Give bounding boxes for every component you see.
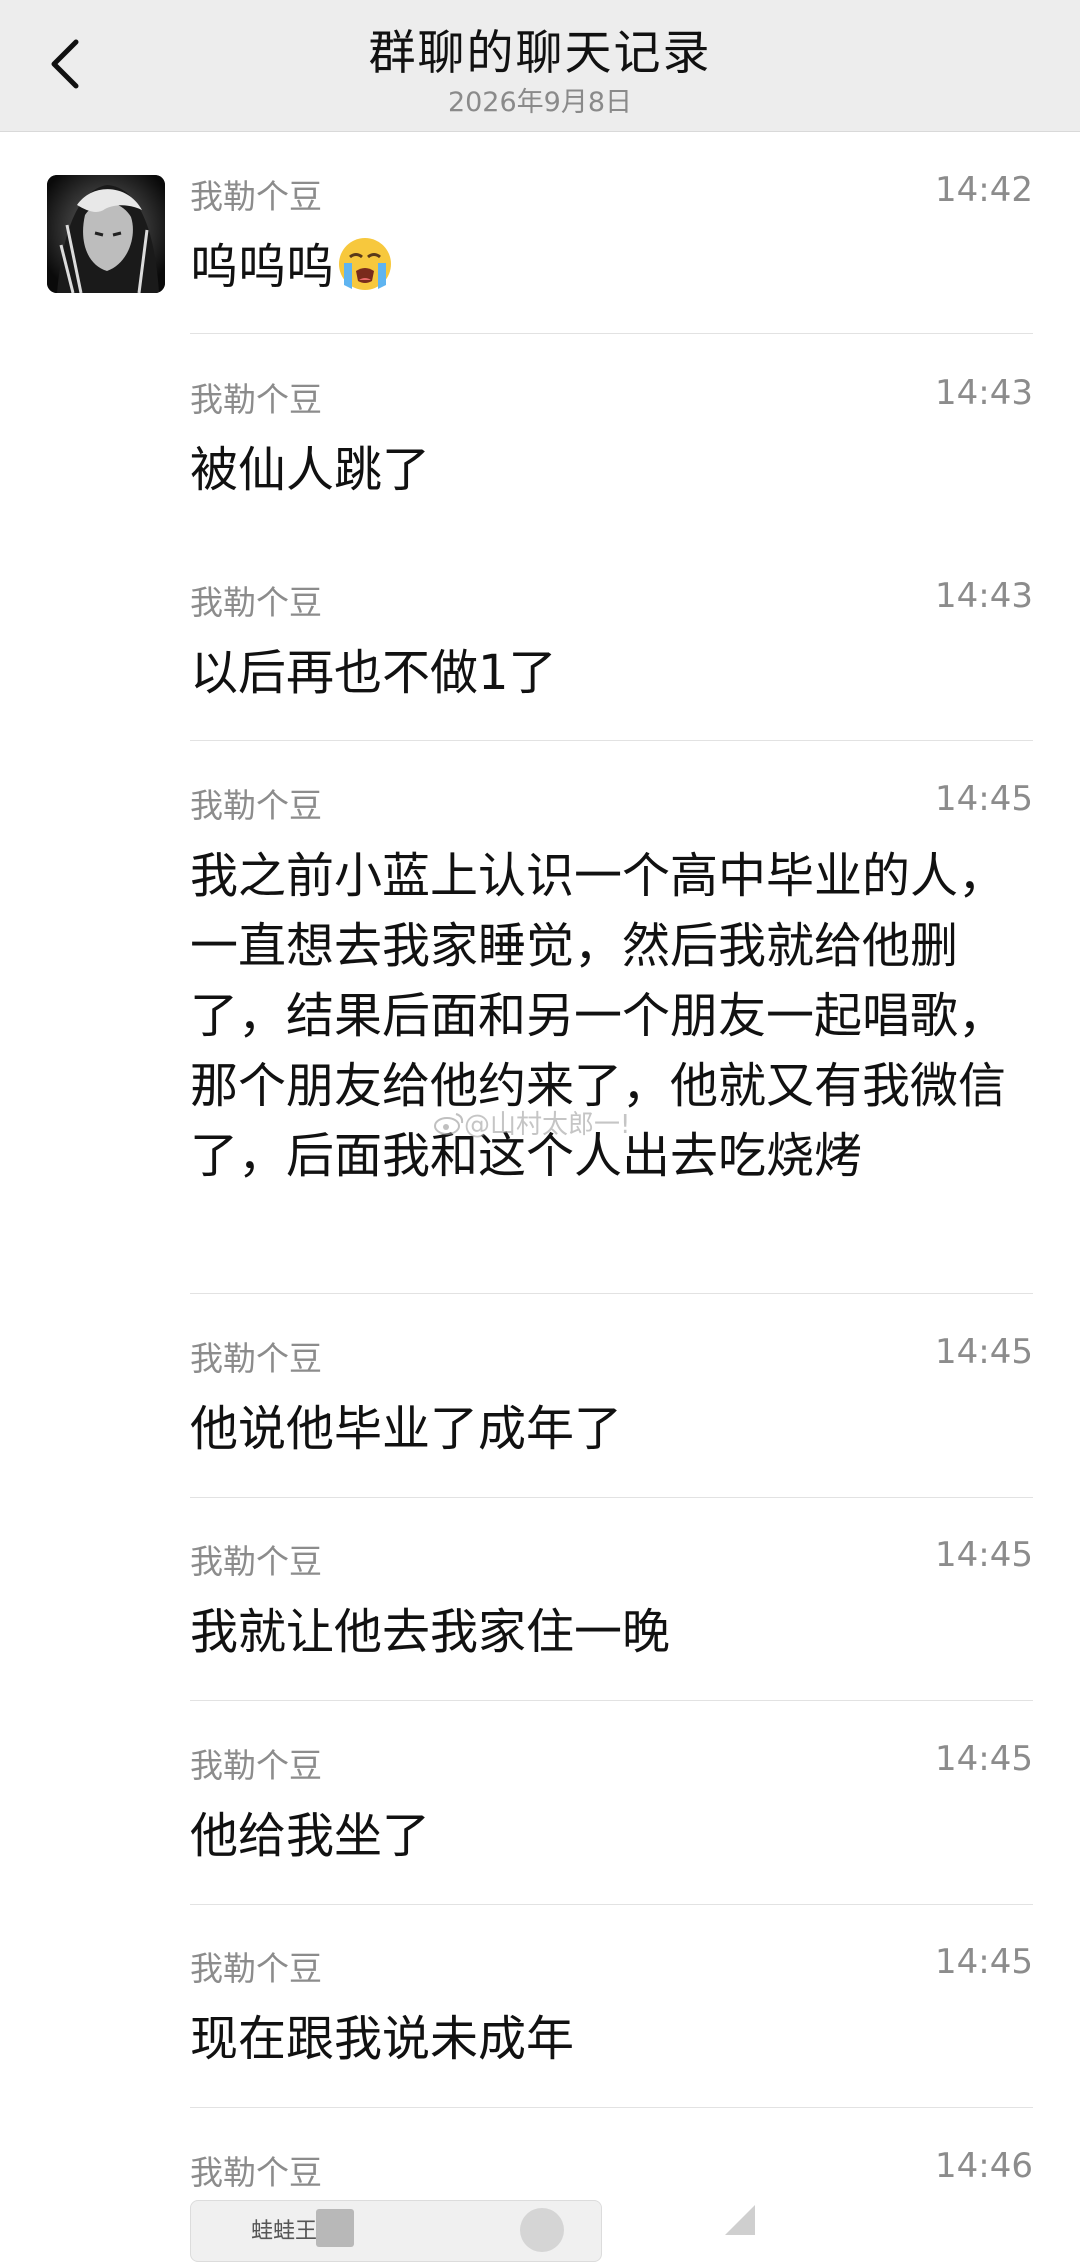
message-text: 我就让他去我家住一晚: [190, 1604, 671, 1660]
divider: [190, 1700, 1033, 1701]
message-time: 14:42: [935, 170, 1033, 210]
message-time: 14:45: [935, 1942, 1033, 1982]
message-item: 我勒个豆 14:45 现在跟我说未成年: [190, 1942, 1033, 2067]
weibo-icon: [434, 1113, 464, 1135]
message-time: 14:45: [935, 779, 1033, 819]
sender-name: 我勒个豆: [190, 1949, 322, 1988]
sender-name: 我勒个豆: [190, 786, 322, 825]
message-text: 呜呜呜: [190, 232, 1020, 302]
sender-name: 我勒个豆: [190, 2153, 322, 2192]
message-time: 14:45: [935, 1332, 1033, 1372]
divider: [190, 2107, 1033, 2108]
message-item: 我勒个豆 14:45 我就让他去我家住一晚: [190, 1535, 1033, 1660]
message-text: 以后再也不做1了: [190, 645, 557, 701]
sender-name: 我勒个豆: [190, 583, 322, 622]
sender-name: 我勒个豆: [190, 380, 322, 419]
sender-name: 我勒个豆: [190, 177, 322, 216]
message-text: 被仙人跳了: [190, 442, 431, 498]
preview-shape: [725, 2205, 755, 2235]
sender-name: 我勒个豆: [190, 1339, 322, 1378]
watermark: @山村太郎一!: [434, 1104, 630, 1141]
sender-name: 我勒个豆: [190, 1746, 322, 1785]
loudly-crying-face-icon: [339, 238, 392, 290]
message-time: 14:45: [935, 1535, 1033, 1575]
message-item: 我勒个豆 14:45 他说他毕业了成年了: [190, 1332, 1033, 1457]
message-text: 他说他毕业了成年了: [190, 1401, 623, 1457]
page-title: 群聊的聊天记录: [368, 26, 712, 81]
message-time: 14:45: [935, 1739, 1033, 1779]
message-item: 我勒个豆 14:43 被仙人跳了: [190, 373, 1033, 498]
preview-avatar: [520, 2208, 564, 2252]
divider: [190, 1293, 1033, 1294]
message-time: 14:43: [935, 576, 1033, 616]
divider: [190, 333, 1033, 334]
message-time: 14:43: [935, 373, 1033, 413]
header-bar: 群聊的聊天记录 2026年9月8日: [0, 0, 1080, 132]
message-text: 现在跟我说未成年: [190, 2011, 575, 2067]
divider: [190, 1904, 1033, 1905]
sender-name: 我勒个豆: [190, 1542, 322, 1581]
message-item: 我勒个豆 14:45 他给我坐了: [190, 1739, 1033, 1864]
preview-text: 蛙蛙王: [251, 2219, 318, 2244]
message-item: 我勒个豆 14:43 以后再也不做1了: [190, 576, 1033, 701]
message-item: 我勒个豆 14:42 呜呜呜: [190, 170, 1033, 320]
divider: [190, 740, 1033, 741]
message-item: 我勒个豆 14:46: [190, 2146, 1033, 2206]
divider: [190, 1497, 1033, 1498]
chat-date: 2026年9月8日: [447, 87, 633, 118]
preview-thumbnail: [316, 2209, 354, 2247]
message-item: 我勒个豆 14:45 我之前小蓝上认识一个高中毕业的人，一直想去我家睡觉，然后我…: [190, 779, 1033, 1259]
message-text: 他给我坐了: [190, 1808, 431, 1864]
avatar[interactable]: [47, 175, 165, 293]
message-time: 14:46: [935, 2146, 1033, 2186]
